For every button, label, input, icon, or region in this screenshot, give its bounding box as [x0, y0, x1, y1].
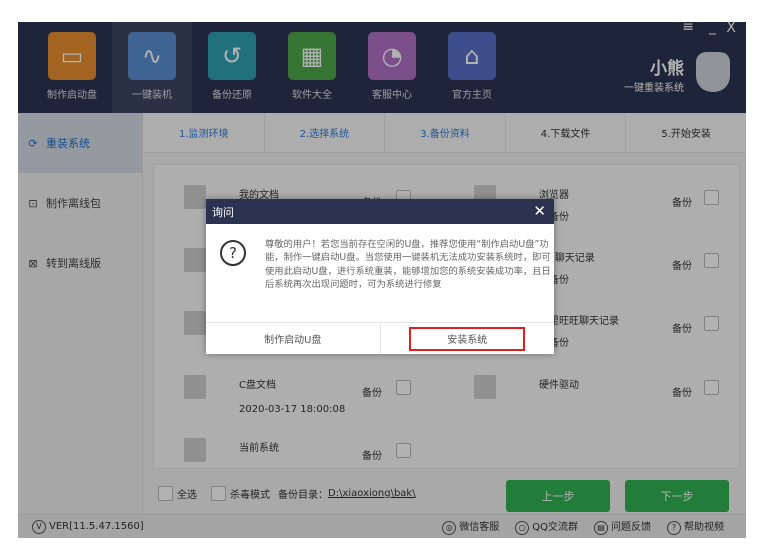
make-usb-button[interactable]: 制作启动U盘: [206, 323, 381, 354]
button-label: 安装系统: [409, 326, 526, 351]
button-label: 制作启动U盘: [264, 335, 322, 346]
dialog-buttons: 制作启动U盘 安装系统: [206, 322, 554, 354]
dialog-title-bar: 询问 ✕: [206, 199, 554, 224]
dialog-title: 询问: [212, 205, 234, 219]
dialog-message: 尊敬的用户！若您当前存在空闲的U盘，推荐您使用“制作启动U盘”功能，制作一键启动…: [265, 239, 551, 291]
question-icon: ?: [220, 240, 246, 266]
confirm-dialog: 询问 ✕ ? 尊敬的用户！若您当前存在空闲的U盘，推荐您使用“制作启动U盘”功能，…: [206, 199, 554, 354]
dialog-close-icon[interactable]: ✕: [533, 202, 546, 220]
install-system-button[interactable]: 安装系统: [381, 323, 555, 354]
